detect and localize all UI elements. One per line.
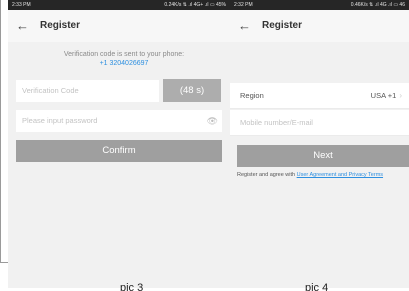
register-verify-screen: 2:33 PM 0.24K/s ⇅ .ıl 4G+ .ıl ▭ 45% ← Re… [8, 0, 230, 288]
frame-border [0, 262, 8, 263]
verification-code-placeholder: Verification Code [22, 86, 79, 95]
mobile-email-input[interactable]: Mobile number/E-mail [230, 110, 409, 136]
app-bar: ← Register [230, 10, 409, 42]
status-time: 2:33 PM [12, 2, 31, 8]
arrow-left-icon[interactable]: ← [16, 17, 29, 35]
caption-pic-3: pic 3 [120, 282, 144, 291]
status-bar: 2:32 PM 0.46K/s ⇅ .ıl 4G .ıl ▭ 46 [230, 0, 409, 10]
mobile-email-placeholder: Mobile number/E-mail [240, 118, 313, 127]
region-value: USA +1 › [371, 83, 402, 109]
status-time: 2:32 PM [234, 2, 253, 8]
verification-text: Verification code is sent to your phone: [63, 51, 185, 58]
status-indicators: 0.24K/s ⇅ .ıl 4G+ .ıl ▭ 45% [164, 2, 226, 8]
next-button[interactable]: Next [237, 145, 409, 167]
frame-border [0, 0, 1, 262]
phone-number: +1 3204026697 [99, 60, 149, 67]
region-label: Region [240, 91, 264, 100]
password-input[interactable]: Please input password 👁 [16, 110, 222, 132]
region-selector[interactable]: Region USA +1 › [230, 83, 409, 109]
caption-pic-4: pic 4 [305, 282, 329, 291]
region-code: USA +1 [370, 91, 397, 100]
password-placeholder: Please input password [22, 116, 98, 125]
arrow-left-icon[interactable]: ← [238, 17, 251, 35]
agreement-text: Register and agree with User Agreement a… [237, 171, 383, 179]
eye-icon[interactable]: 👁 [207, 110, 218, 132]
verification-code-input[interactable]: Verification Code [16, 80, 159, 102]
app-bar: ← Register [8, 10, 230, 42]
register-screen: 2:32 PM 0.46K/s ⇅ .ıl 4G .ıl ▭ 46 ← Regi… [230, 0, 409, 288]
user-agreement-link[interactable]: User Agreement and Privacy Terms [297, 172, 383, 178]
status-bar: 2:33 PM 0.24K/s ⇅ .ıl 4G+ .ıl ▭ 45% [8, 0, 230, 10]
status-indicators: 0.46K/s ⇅ .ıl 4G .ıl ▭ 46 [350, 2, 405, 8]
agreement-prefix: Register and agree with [237, 172, 297, 178]
page-title: Register [262, 20, 303, 31]
verification-message: Verification code is sent to your phone:… [8, 50, 230, 68]
chevron-right-icon: › [399, 91, 402, 100]
page-title: Register [40, 20, 81, 31]
confirm-button[interactable]: Confirm [16, 140, 222, 162]
resend-timer-button[interactable]: (48 s) [163, 79, 221, 102]
